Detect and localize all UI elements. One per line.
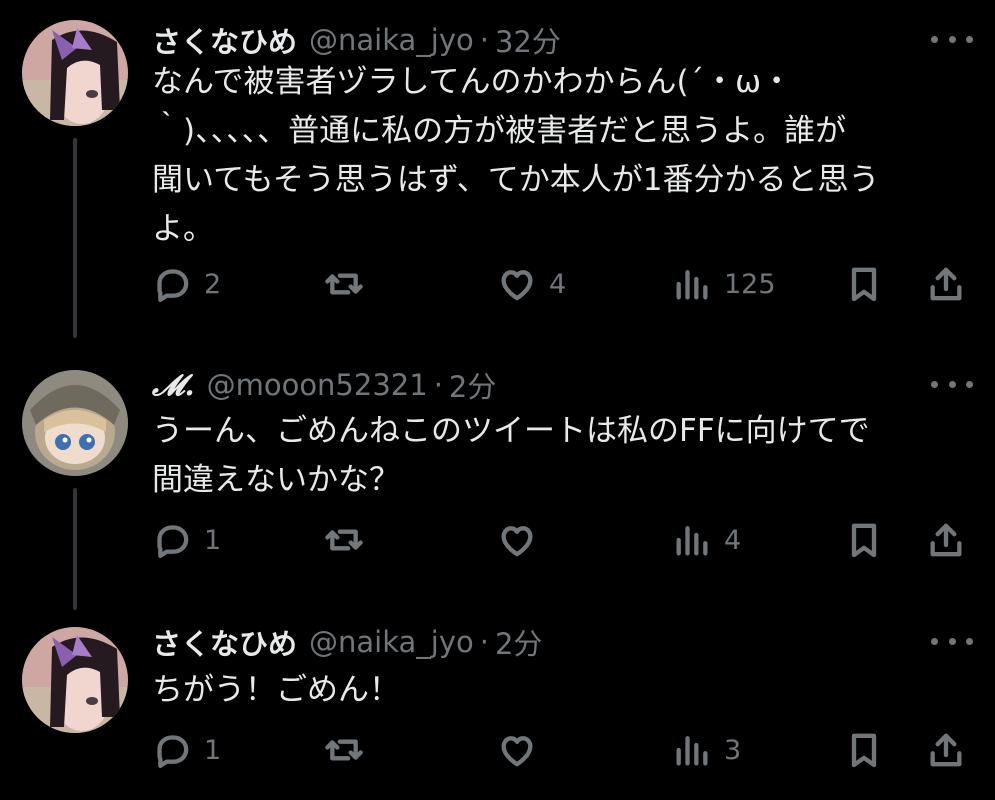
tweet-text-line: なんで被害者ヅラしてんのかわからん(´・ω・ bbox=[152, 64, 793, 100]
tweet[interactable]: 𝓜. @mooon52321 · 2分 うーん、ごめんねこのツイートは私のFFに… bbox=[0, 365, 995, 610]
tweet[interactable]: さくなひめ @naika_jyo · 32分 なんで被害者ヅラしてんのかわからん… bbox=[0, 20, 995, 340]
share-icon bbox=[930, 267, 962, 301]
timestamp[interactable]: 32分 bbox=[495, 19, 561, 61]
share-icon bbox=[930, 733, 962, 767]
retweet-button[interactable] bbox=[324, 728, 376, 772]
reply-button[interactable]: 1 bbox=[152, 728, 221, 772]
tweet-text-line: ちがう！ごめん！ bbox=[152, 672, 400, 708]
avatar[interactable] bbox=[22, 370, 128, 476]
thread-line bbox=[73, 488, 77, 610]
bookmark-icon bbox=[851, 523, 877, 558]
avatar[interactable] bbox=[22, 627, 128, 733]
action-bar: 1 4 bbox=[152, 518, 972, 562]
tweet-header: さくなひめ @naika_jyo · 2分 bbox=[152, 622, 542, 662]
user-handle[interactable]: @mooon52321 bbox=[207, 368, 428, 402]
bookmark-button[interactable] bbox=[844, 518, 884, 562]
separator: · bbox=[479, 625, 489, 659]
reply-count: 2 bbox=[204, 268, 222, 300]
like-icon bbox=[501, 270, 533, 301]
views-button[interactable]: 125 bbox=[672, 262, 776, 306]
views-icon bbox=[676, 526, 708, 556]
avatar[interactable] bbox=[22, 20, 128, 126]
reply-count: 1 bbox=[204, 524, 222, 556]
separator: · bbox=[433, 368, 443, 402]
share-button[interactable] bbox=[926, 262, 966, 306]
bookmark-icon bbox=[851, 733, 877, 768]
share-icon bbox=[930, 523, 962, 557]
action-bar: 2 4 125 bbox=[152, 262, 972, 306]
tweet-text-line: 聞いてもそう思うはず、てか本人が1番分かると思う bbox=[152, 162, 880, 198]
like-button[interactable] bbox=[497, 518, 549, 562]
view-count: 125 bbox=[724, 268, 776, 300]
tweet-text: なんで被害者ヅラしてんのかわからん(´・ω・ ｀)、、、、、普通に私の方が被害者… bbox=[152, 58, 952, 254]
like-button[interactable] bbox=[497, 728, 549, 772]
more-icon[interactable] bbox=[931, 624, 973, 658]
tweet-text-line: よ。 bbox=[152, 211, 214, 247]
reply-count: 1 bbox=[204, 734, 222, 766]
bookmark-button[interactable] bbox=[844, 262, 884, 306]
views-icon bbox=[676, 270, 708, 300]
reply-button[interactable]: 1 bbox=[152, 518, 221, 562]
views-button[interactable]: 4 bbox=[672, 518, 741, 562]
reply-button[interactable]: 2 bbox=[152, 262, 221, 306]
bookmark-button[interactable] bbox=[844, 728, 884, 772]
more-icon[interactable] bbox=[931, 367, 973, 401]
tweet-header: さくなひめ @naika_jyo · 32分 bbox=[152, 20, 561, 60]
thread-line bbox=[73, 138, 77, 338]
action-bar: 1 3 bbox=[152, 728, 972, 772]
more-icon[interactable] bbox=[931, 22, 973, 56]
tweet-text-line: 間違えないかな？ bbox=[152, 462, 400, 498]
display-name[interactable]: 𝓜. bbox=[152, 368, 195, 403]
reply-icon bbox=[157, 269, 189, 302]
tweet-text-line: ｀)、、、、、普通に私の方が被害者だと思うよ。誰が bbox=[152, 113, 847, 149]
share-button[interactable] bbox=[926, 728, 966, 772]
retweet-icon bbox=[325, 529, 363, 551]
bookmark-icon bbox=[851, 267, 877, 302]
views-icon bbox=[676, 736, 708, 766]
like-icon bbox=[501, 736, 533, 767]
like-count: 4 bbox=[549, 268, 567, 300]
display-name[interactable]: さくなひめ bbox=[152, 621, 297, 663]
retweet-button[interactable] bbox=[324, 262, 376, 306]
share-button[interactable] bbox=[926, 518, 966, 562]
view-count: 3 bbox=[724, 734, 742, 766]
like-icon bbox=[501, 526, 533, 557]
separator: · bbox=[479, 23, 489, 57]
user-handle[interactable]: @naika_jyo bbox=[309, 23, 474, 57]
like-button[interactable]: 4 bbox=[497, 262, 566, 306]
tweet-text: うーん、ごめんねこのツイートは私のFFに向けてで 間違えないかな？ bbox=[152, 407, 952, 505]
tweet-header: 𝓜. @mooon52321 · 2分 bbox=[152, 365, 496, 405]
reply-icon bbox=[157, 525, 189, 558]
tweet-text: ちがう！ごめん！ bbox=[152, 666, 952, 715]
timestamp[interactable]: 2分 bbox=[449, 364, 496, 406]
retweet-icon bbox=[325, 273, 363, 295]
reply-icon bbox=[157, 735, 189, 768]
timestamp[interactable]: 2分 bbox=[495, 621, 542, 663]
user-handle[interactable]: @naika_jyo bbox=[309, 625, 474, 659]
retweet-icon bbox=[325, 739, 363, 761]
tweet[interactable]: さくなひめ @naika_jyo · 2分 ちがう！ごめん！ 1 3 bbox=[0, 622, 995, 797]
view-count: 4 bbox=[724, 524, 742, 556]
display-name[interactable]: さくなひめ bbox=[152, 19, 297, 61]
tweet-text-line: うーん、ごめんねこのツイートは私のFFに向けてで bbox=[152, 413, 870, 449]
retweet-button[interactable] bbox=[324, 518, 376, 562]
views-button[interactable]: 3 bbox=[672, 728, 741, 772]
